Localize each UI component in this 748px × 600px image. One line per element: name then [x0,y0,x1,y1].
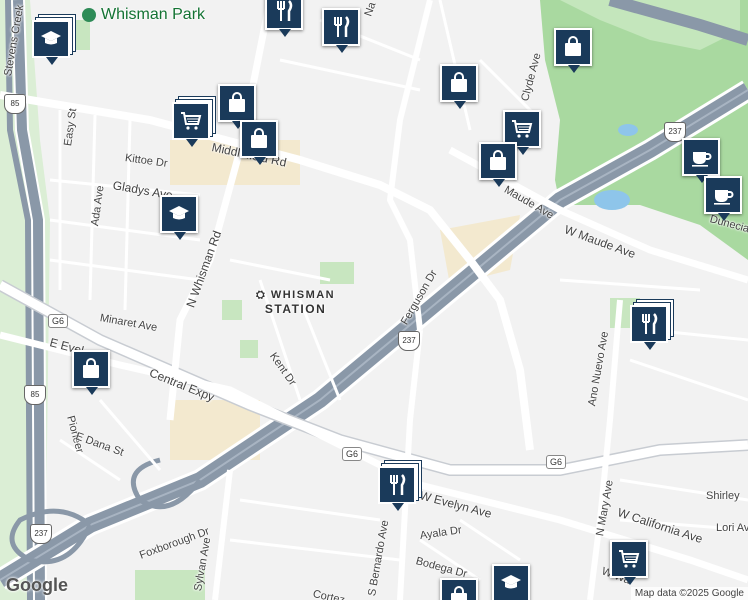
cafe-icon [714,190,734,205]
shopping-bag-icon [83,358,99,378]
school-icon [41,31,61,45]
shopping-bag-pin-4[interactable] [554,28,592,73]
restaurant-icon [642,313,658,334]
school-icon [169,206,189,220]
station-label[interactable]: ⛭ WHISMAN STATION [256,288,335,316]
restaurant-icon [334,16,350,37]
g6-shield-left: G6 [48,314,69,328]
shopping-bag-pin-6[interactable] [72,350,110,395]
school-pin-1[interactable] [32,20,70,65]
station-name-line1: WHISMAN [270,289,336,301]
restaurant-icon [277,0,293,21]
park-icon [82,8,96,22]
cart-pin-3[interactable] [610,540,648,585]
street-label-shirley: Shirley [706,490,740,502]
cart-pin-1[interactable] [172,102,210,147]
restaurant-pin-2[interactable] [322,8,360,53]
street-label-lori: Lori Av [716,522,748,534]
station-name-line2: STATION [264,302,327,316]
shopping-bag-icon [451,72,467,92]
map-canvas[interactable]: Whisman Park ⛭ WHISMAN STATION Middlefie… [0,0,748,600]
shopping-bag-icon [565,36,581,56]
school-pin-2[interactable] [160,195,198,240]
hwy-237-shield-bottom: 237 [30,524,52,544]
restaurant-pin-3[interactable] [630,305,668,350]
restaurant-icon [390,474,406,495]
hwy-85-shield-top: 85 [4,94,26,114]
shopping-bag-pin-5[interactable] [479,142,517,187]
g6-shield-mid: G6 [342,447,363,461]
shopping-bag-pin-2[interactable] [240,120,278,165]
shopping-bag-pin-7[interactable] [440,578,478,600]
shopping-bag-pin-1[interactable] [218,84,256,129]
school-pin-3[interactable] [492,564,530,600]
shopping-bag-icon [251,128,267,148]
hwy-237-shield-mid: 237 [398,331,420,351]
cafe-pin-1[interactable] [682,138,720,183]
cart-icon [512,120,533,138]
station-icon: ⛭ WHISMAN [256,289,336,301]
map-copyright: Map data ©2025 Google [630,587,748,600]
cafe-pin-2[interactable] [704,176,742,221]
park-label[interactable]: Whisman Park [101,6,205,24]
google-logo[interactable]: Google [6,575,68,596]
shopping-bag-icon [490,150,506,170]
restaurant-pin-4[interactable] [378,466,416,511]
restaurant-pin-1[interactable] [265,0,303,37]
g6-shield-right: G6 [546,455,567,469]
cart-icon [619,550,640,568]
hwy-85-shield-bottom: 85 [24,385,46,405]
school-icon [501,575,521,589]
shopping-bag-icon [451,586,467,600]
cart-icon [181,112,202,130]
shopping-bag-pin-3[interactable] [440,64,478,109]
cafe-icon [692,152,712,167]
shopping-bag-icon [229,92,245,112]
